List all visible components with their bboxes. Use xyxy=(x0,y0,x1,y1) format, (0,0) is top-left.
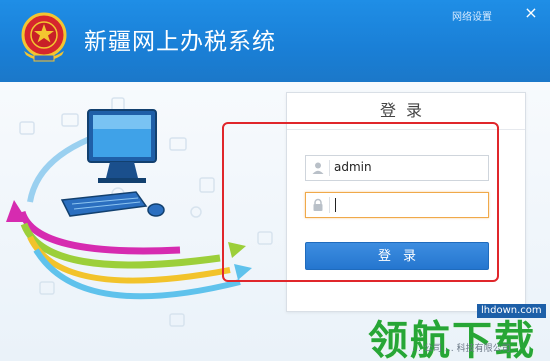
national-tax-emblem-icon xyxy=(21,12,67,62)
network-settings-link[interactable]: 网络设置 xyxy=(452,8,492,23)
app-title: 新疆网上办税系统 xyxy=(84,29,276,55)
red-highlight-box xyxy=(222,122,499,282)
title-bar: 新疆网上办税系统 网络设置 × xyxy=(0,0,550,82)
footer-text: … 公司 … 科技有限公司 xyxy=(412,344,511,354)
close-icon: × xyxy=(524,3,538,22)
close-button[interactable]: × xyxy=(519,4,543,22)
app-window: 新疆网上办税系统 网络设置 × 登录 admin 登录 lhdown.com 领… xyxy=(0,0,550,361)
